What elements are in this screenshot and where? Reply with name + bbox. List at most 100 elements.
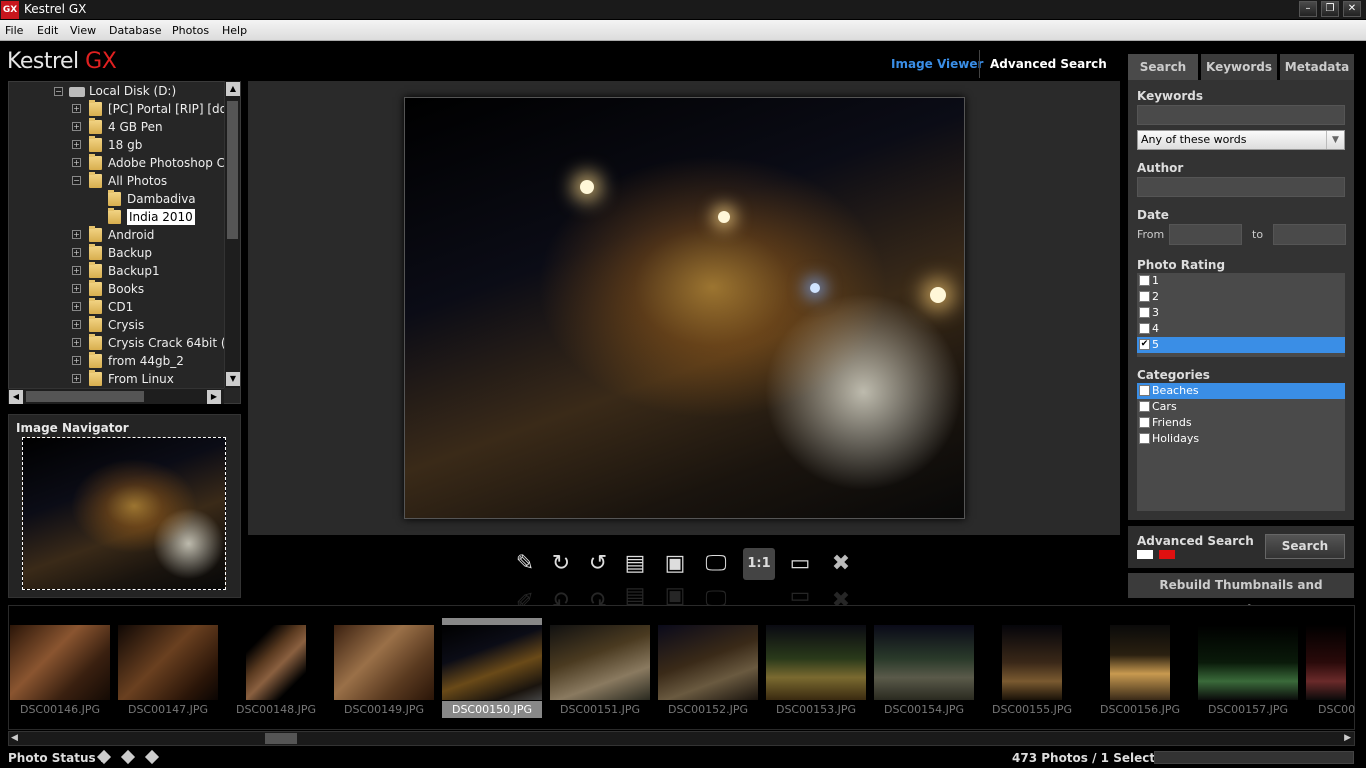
slideshow-icon[interactable]: ▣ (659, 548, 691, 580)
expand-icon[interactable]: + (72, 284, 81, 293)
rebuild-thumbnails-button[interactable]: Rebuild Thumbnails and Metadata (1128, 573, 1354, 617)
minimize-button[interactable]: – (1299, 1, 1317, 17)
expand-icon[interactable]: + (72, 104, 81, 113)
rotate-left-icon[interactable]: ↺ (582, 548, 614, 580)
main-image[interactable] (404, 97, 965, 519)
checkbox[interactable] (1139, 385, 1150, 396)
category-option[interactable]: Beaches (1137, 383, 1345, 399)
checkbox[interactable] (1139, 323, 1150, 334)
tree-item[interactable]: Crysis Crack 64bit (Wo (108, 334, 240, 352)
tab-search[interactable]: Search (1128, 54, 1198, 80)
checked-checkbox[interactable]: ✔ (1139, 339, 1150, 350)
scroll-left-icon[interactable]: ◀ (9, 390, 23, 404)
scroll-up-icon[interactable]: ▲ (226, 82, 240, 96)
filmstrip-thumbnail[interactable] (1110, 625, 1170, 700)
folder-tree[interactable]: − Local Disk (D:) + [PC] Portal [RIP] [do… (8, 81, 241, 404)
filmstrip-thumbnail[interactable] (118, 625, 218, 700)
filmstrip-thumbnail[interactable] (246, 625, 306, 700)
compare-icon[interactable]: ▭ (784, 548, 816, 580)
search-button[interactable]: Search (1265, 534, 1345, 559)
tree-item[interactable]: 4 GB Pen (108, 118, 163, 136)
scroll-left-icon[interactable]: ◀ (11, 733, 18, 743)
expand-icon[interactable]: + (72, 320, 81, 329)
filmstrip-thumbnail[interactable] (550, 625, 650, 700)
rating-option[interactable]: 4 (1137, 321, 1345, 337)
color-swatch-white[interactable] (1137, 550, 1153, 559)
menu-database[interactable]: Database (109, 24, 162, 37)
rotate-right-icon[interactable]: ↻ (545, 548, 577, 580)
expand-icon[interactable]: + (72, 302, 81, 311)
tab-metadata[interactable]: Metadata (1280, 54, 1354, 80)
tree-item[interactable]: Backup1 (108, 262, 160, 280)
tab-image-viewer[interactable]: Image Viewer (891, 57, 983, 71)
rating-option[interactable]: ✔ 5 (1137, 337, 1345, 353)
checkbox[interactable] (1139, 433, 1150, 444)
expand-icon[interactable]: + (72, 356, 81, 365)
rating-option[interactable]: 2 (1137, 289, 1345, 305)
menu-file[interactable]: File (5, 24, 23, 37)
menu-photos[interactable]: Photos (172, 24, 209, 37)
checkbox[interactable] (1139, 275, 1150, 286)
author-input[interactable] (1137, 177, 1345, 197)
tree-item[interactable]: Android (108, 226, 154, 244)
collapse-icon[interactable]: − (72, 176, 81, 185)
tree-item[interactable]: Dambadiva (127, 190, 196, 208)
expand-icon[interactable]: + (72, 122, 81, 131)
expand-icon[interactable]: + (72, 158, 81, 167)
menu-view[interactable]: View (70, 24, 96, 37)
tree-item-local-disk[interactable]: Local Disk (D:) (89, 82, 176, 100)
tab-advanced-search[interactable]: Advanced Search (990, 57, 1107, 71)
scroll-down-icon[interactable]: ▼ (226, 372, 240, 386)
scroll-right-icon[interactable]: ▶ (207, 390, 221, 404)
tree-item[interactable]: Books (108, 280, 144, 298)
expand-icon[interactable]: + (72, 230, 81, 239)
date-from-input[interactable] (1169, 224, 1242, 245)
delete-icon[interactable]: ✖ (825, 548, 857, 580)
keywords-input[interactable] (1137, 105, 1345, 125)
match-mode-select[interactable]: Any of these words ▼ (1137, 130, 1345, 150)
filmstrip-scroll-thumb[interactable] (265, 733, 297, 744)
tree-item[interactable]: Adobe Photoshop CS5 (108, 154, 240, 172)
checkbox[interactable] (1139, 401, 1150, 412)
filmstrip-thumbnail[interactable] (442, 625, 542, 700)
rating-option[interactable]: 3 (1137, 305, 1345, 321)
tab-keywords[interactable]: Keywords (1201, 54, 1277, 80)
tree-item[interactable]: CD1 (108, 298, 133, 316)
checkbox[interactable] (1139, 291, 1150, 302)
date-to-input[interactable] (1273, 224, 1346, 245)
filmstrip-thumbnail[interactable] (334, 625, 434, 700)
color-swatch-red[interactable] (1159, 550, 1175, 559)
tree-item[interactable]: from 44gb_2 (108, 352, 184, 370)
filmstrip-icon[interactable]: ▤ (619, 548, 651, 580)
scroll-right-icon[interactable]: ▶ (1344, 733, 1351, 743)
menu-edit[interactable]: Edit (37, 24, 58, 37)
tree-item[interactable]: 18 gb (108, 136, 142, 154)
category-option[interactable]: Cars (1137, 399, 1345, 415)
filmstrip-thumbnail[interactable] (874, 625, 974, 700)
expand-icon[interactable]: + (72, 374, 81, 383)
tree-item-selected[interactable]: India 2010 (127, 209, 195, 225)
tree-item[interactable]: Crysis (108, 316, 144, 334)
filmstrip-thumbnail[interactable] (766, 625, 866, 700)
edit-icon[interactable]: ✎ (509, 548, 541, 580)
tree-item[interactable]: From Linux (108, 370, 174, 388)
actual-size-icon[interactable]: 1:1 (743, 548, 775, 580)
rating-option[interactable]: 1 (1137, 273, 1345, 289)
close-button[interactable]: ✕ (1343, 1, 1361, 17)
menu-help[interactable]: Help (222, 24, 247, 37)
tree-item[interactable]: All Photos (108, 172, 167, 190)
category-option[interactable]: Friends (1137, 415, 1345, 431)
navigator-thumbnail[interactable] (22, 437, 226, 590)
tree-vertical-scrollbar[interactable]: ▲ ▼ (224, 81, 240, 388)
expand-icon[interactable]: + (72, 338, 81, 347)
category-option[interactable]: Holidays (1137, 431, 1345, 447)
tree-horizontal-scrollbar[interactable]: ◀ ▶ (8, 388, 224, 404)
fullscreen-icon[interactable]: 🖵 (700, 548, 732, 580)
collapse-icon[interactable]: − (54, 87, 63, 96)
filmstrip-thumbnail[interactable] (1002, 625, 1062, 700)
filmstrip-thumbnail[interactable] (1198, 625, 1298, 700)
checkbox[interactable] (1139, 417, 1150, 428)
filmstrip-thumbnail[interactable] (658, 625, 758, 700)
expand-icon[interactable]: + (72, 266, 81, 275)
checkbox[interactable] (1139, 307, 1150, 318)
